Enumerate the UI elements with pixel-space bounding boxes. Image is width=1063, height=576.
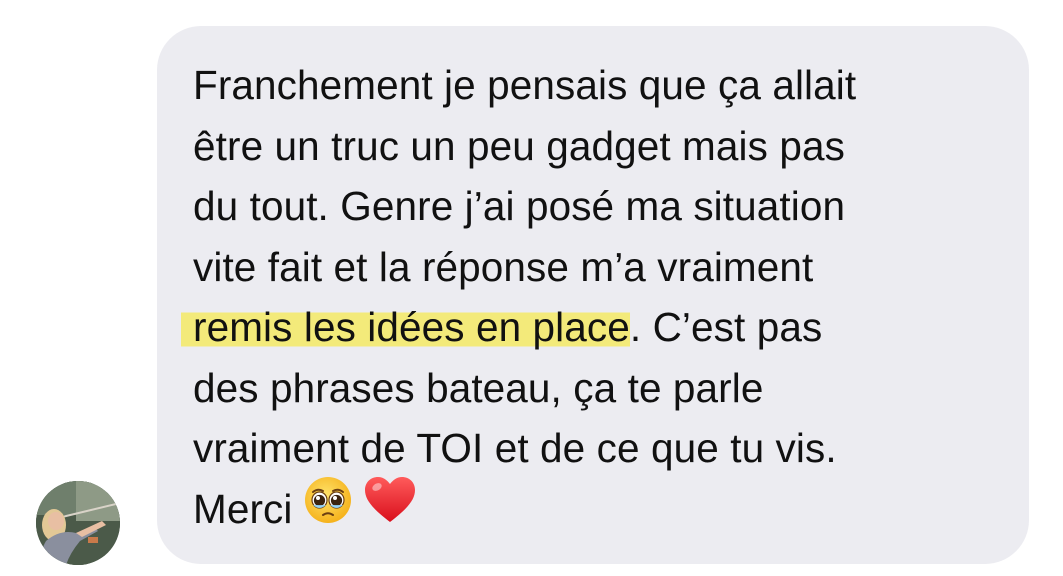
message-text: Franchement je pensais que ça allait êtr… (181, 55, 1009, 546)
message-line: être un truc un peu gadget mais pas (193, 122, 845, 169)
message-line: des phrases bateau, ça te parle (193, 364, 764, 411)
message-line: Franchement je pensais que ça allait (193, 62, 857, 108)
conversation-view: Franchement je pensais que ça allait êtr… (0, 0, 1063, 576)
message-line: vite fait et la réponse m’a vraiment (193, 243, 814, 290)
message-line: vraiment de TOI et de ce que tu vis. (193, 425, 837, 471)
message-line: remis les idées en place. C’est pas (181, 297, 1009, 358)
message-text-segment: . C’est pas (629, 304, 823, 350)
message-line: du tout. Genre j’ai posé ma situation (193, 183, 846, 229)
red-heart-emoji (363, 475, 417, 542)
pleading-face-emoji (303, 475, 353, 542)
closing-text: Merci (193, 485, 293, 532)
avatar[interactable] (36, 481, 120, 565)
highlighted-text: remis les idées en place (181, 304, 630, 350)
message-bubble[interactable]: Franchement je pensais que ça allait êtr… (157, 26, 1029, 564)
message-line: Merci (193, 476, 1009, 546)
